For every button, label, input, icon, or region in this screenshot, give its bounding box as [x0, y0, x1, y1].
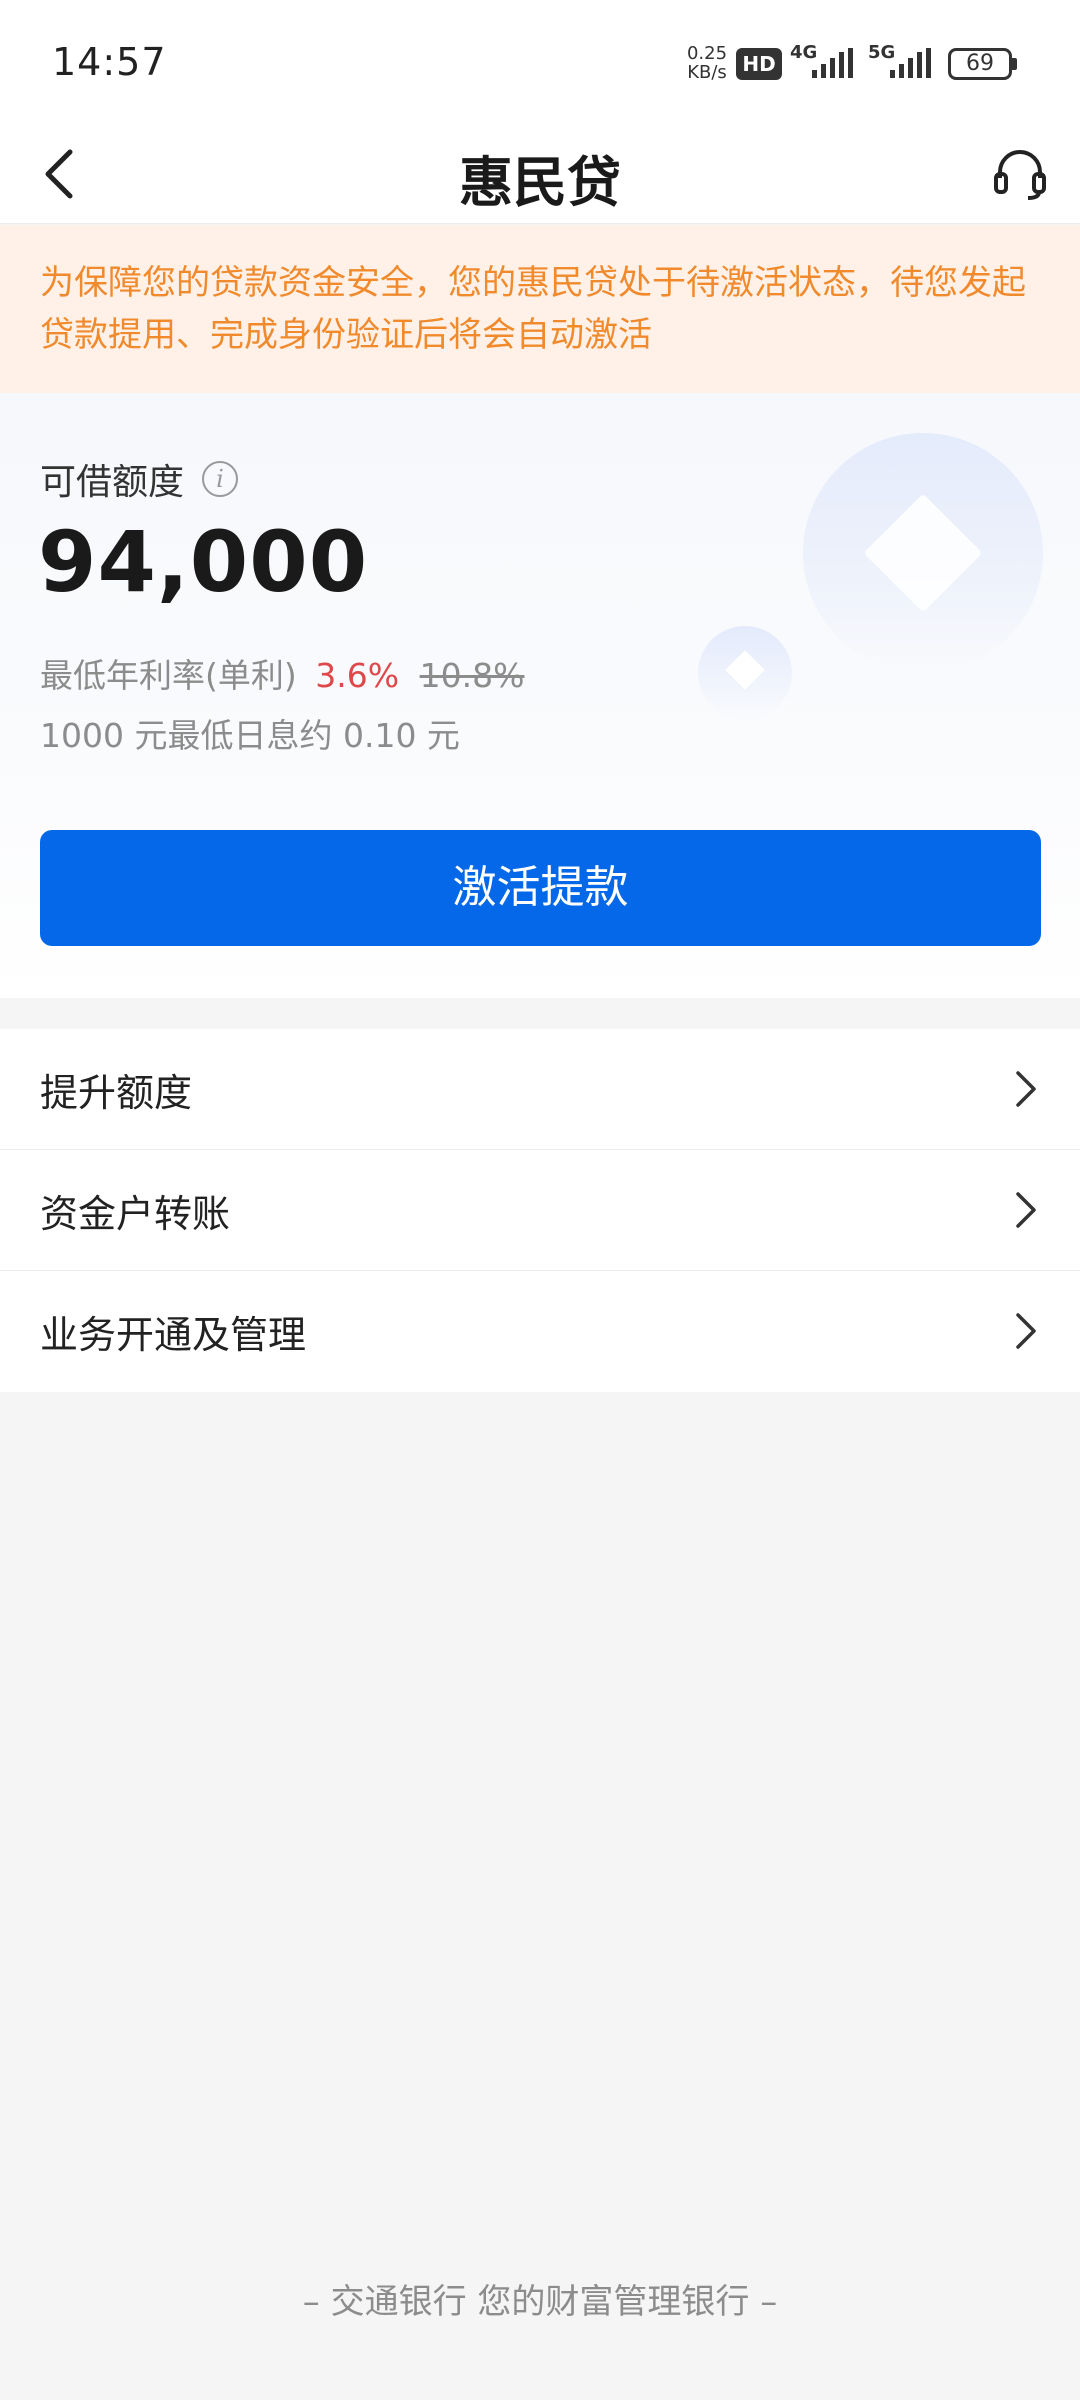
screen: 14:57 0.25 KB/s HD 4G 5G 69 惠民贷 为保障您的贷款资… [0, 0, 1080, 2400]
decorative-circle [803, 433, 1043, 673]
interest-rate-line: 最低年利率(单利) 3.6% 10.8% [40, 649, 524, 697]
info-icon[interactable]: i [202, 461, 239, 497]
menu-list: 提升额度 资金户转账 业务开通及管理 [0, 1029, 1080, 1392]
rate-original: 10.8% [419, 656, 525, 695]
activate-withdraw-button[interactable]: 激活提款 [40, 830, 1041, 946]
battery-tip [1012, 58, 1017, 70]
headset-icon [994, 150, 1046, 200]
signal-icon [890, 48, 931, 78]
diamond-icon [725, 650, 765, 690]
network-speed-unit: KB/s [687, 62, 727, 83]
footer-slogan: – 交通银行 您的财富管理银行 – [302, 2282, 778, 2322]
menu-item-label: 提升额度 [40, 1070, 193, 1115]
battery-icon: 69 [948, 48, 1012, 80]
status-time: 14:57 [52, 40, 167, 84]
credit-limit-label: 可借额度 i [40, 453, 239, 505]
diamond-icon [863, 493, 983, 613]
menu-item-label: 业务开通及管理 [40, 1313, 307, 1357]
menu-item-fund-transfer[interactable]: 资金户转账 [0, 1150, 1080, 1271]
signal-icon [812, 48, 853, 78]
network-speed-value: 0.25 [686, 43, 728, 64]
menu-item-raise-limit[interactable]: 提升额度 [0, 1029, 1080, 1150]
rate-current: 3.6% [315, 656, 400, 695]
nav-header: 惠民贷 [0, 120, 1080, 224]
notice-text: 为保障您的贷款资金安全，您的惠民贷处于待激活状态，待您发起贷款提用、完成身份验证… [40, 263, 1026, 355]
menu-item-label: 资金户转账 [40, 1191, 231, 1236]
credit-card: 可借额度 i 94,000 最低年利率(单利) 3.6% 10.8% 1000 … [0, 393, 1080, 998]
customer-service-button[interactable] [980, 134, 1060, 214]
page-title: 惠民贷 [459, 151, 621, 214]
credit-amount: 94,000 [38, 513, 369, 611]
daily-interest: 1000 元最低日息约 0.10 元 [40, 716, 460, 755]
decorative-circle-small [698, 626, 792, 720]
chevron-right-icon [1016, 1313, 1036, 1349]
rate-prefix: 最低年利率(单利) [40, 656, 297, 695]
hd-badge: HD [736, 48, 782, 80]
credit-limit-label-text: 可借额度 [40, 462, 185, 503]
network-speed: 0.25 KB/s [682, 44, 732, 82]
chevron-right-icon [1016, 1192, 1036, 1228]
activation-notice: 为保障您的贷款资金安全，您的惠民贷处于待激活状态，待您发起贷款提用、完成身份验证… [0, 225, 1080, 393]
menu-item-service-management[interactable]: 业务开通及管理 [0, 1271, 1080, 1392]
status-bar: 14:57 0.25 KB/s HD 4G 5G 69 [0, 0, 1080, 120]
chevron-right-icon [1016, 1071, 1036, 1107]
